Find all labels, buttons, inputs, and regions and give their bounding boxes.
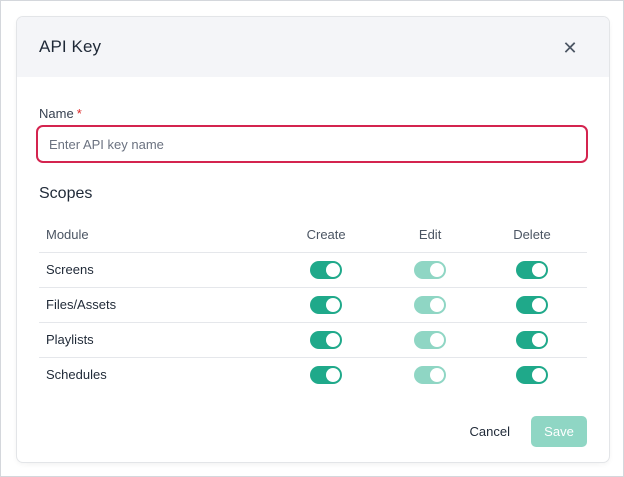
scope-row: Screens — [39, 252, 587, 288]
scope-row: Schedules — [39, 357, 587, 392]
edit-toggle[interactable] — [414, 365, 447, 384]
scope-cell-create — [269, 252, 384, 288]
name-field-label: Name * — [39, 106, 587, 121]
scope-cell-edit — [383, 357, 477, 392]
scope-cell-create — [269, 322, 384, 358]
scopes-header-row: Module Create Edit Delete — [39, 217, 587, 253]
scope-cell-delete — [476, 252, 587, 288]
scope-cell-create — [269, 357, 383, 392]
scope-cell-edit — [383, 252, 477, 288]
scopes-table-body: Screens Files/Assets Playlists Schedules — [39, 252, 587, 392]
scope-cell-edit — [383, 322, 477, 358]
column-header-delete: Delete — [476, 217, 587, 253]
edit-toggle[interactable] — [414, 330, 447, 349]
toggle-knob — [531, 332, 546, 347]
api-key-name-input[interactable] — [49, 136, 575, 152]
toggle-knob — [531, 262, 546, 277]
scope-cell-delete — [476, 287, 587, 323]
toggle-knob — [326, 297, 341, 312]
delete-toggle[interactable] — [515, 260, 548, 279]
scope-module-name: Files/Assets — [39, 287, 269, 323]
column-header-edit: Edit — [383, 217, 477, 253]
required-marker: * — [76, 106, 82, 121]
scopes-title: Scopes — [39, 185, 93, 202]
delete-toggle[interactable] — [515, 330, 548, 349]
save-button[interactable]: Save — [531, 416, 587, 447]
scope-cell-delete — [477, 357, 587, 392]
column-header-module: Module — [39, 217, 269, 253]
create-toggle[interactable] — [310, 365, 343, 384]
dialog-footer: Cancel Save — [470, 416, 587, 447]
name-input-wrapper — [36, 125, 588, 163]
toggle-knob — [326, 367, 341, 382]
scope-row: Files/Assets — [39, 287, 587, 323]
toggle-knob — [326, 262, 341, 277]
edit-toggle[interactable] — [414, 260, 447, 279]
toggle-knob — [430, 332, 445, 347]
toggle-knob — [430, 262, 445, 277]
scope-cell-delete — [476, 322, 587, 358]
create-toggle[interactable] — [310, 295, 343, 314]
dialog-header: API Key ✕ — [17, 17, 609, 77]
dialog-body: Name * Scopes Module Create Edit Delete … — [17, 77, 609, 392]
scope-module-name: Playlists — [39, 322, 269, 358]
cancel-button[interactable]: Cancel — [470, 424, 510, 439]
dialog-title: API Key — [39, 37, 102, 56]
delete-toggle[interactable] — [515, 295, 548, 314]
scope-module-name: Screens — [39, 252, 269, 288]
toggle-knob — [531, 367, 546, 382]
api-key-dialog: API Key ✕ Name * Scopes Module Create Ed… — [17, 17, 609, 462]
toggle-knob — [430, 297, 445, 312]
close-icon[interactable]: ✕ — [559, 37, 581, 59]
scope-module-name: Schedules — [46, 367, 107, 383]
scopes-table: Module Create Edit Delete Screens Files/A… — [39, 217, 587, 392]
column-header-create: Create — [269, 217, 384, 253]
toggle-knob — [430, 367, 445, 382]
create-toggle[interactable] — [310, 260, 343, 279]
toggle-knob — [531, 297, 546, 312]
screen-backdrop: API Key ✕ Name * Scopes Module Create Ed… — [0, 0, 624, 477]
create-toggle[interactable] — [310, 330, 343, 349]
name-label-text: Name — [39, 106, 74, 121]
scope-row: Playlists — [39, 322, 587, 358]
edit-toggle[interactable] — [414, 295, 447, 314]
toggle-knob — [326, 332, 341, 347]
delete-toggle[interactable] — [515, 365, 548, 384]
scope-cell-edit — [383, 287, 477, 323]
scope-cell-create — [269, 287, 384, 323]
